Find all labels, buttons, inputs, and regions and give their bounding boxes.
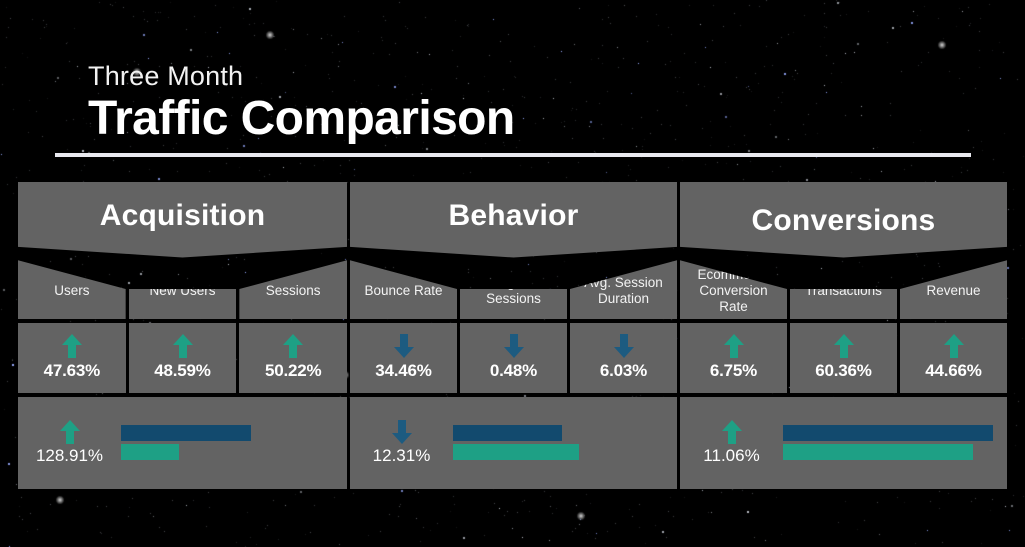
title-divider: [55, 153, 971, 157]
subheader-row: Users New Users Sessions: [18, 257, 348, 320]
summary-bar-secondary: [783, 444, 974, 461]
metric-header-label: Ecommerce Conversion Rate: [697, 266, 770, 314]
trend-indicator: [503, 334, 525, 359]
metric-cell-bounce-rate[interactable]: 34.46%: [350, 323, 457, 393]
group-banner-behavior: Behavior: [350, 182, 677, 258]
metric-header-label: Pages / Sessions: [486, 274, 541, 306]
metric-value: 0.48%: [489, 361, 538, 381]
metric-groups: Acquisition Users New Users Sessions 47.63% 4…: [18, 182, 1007, 489]
trend-indicator: [282, 334, 304, 359]
metric-header-bounce-rate[interactable]: Bounce Rate: [350, 260, 457, 320]
down-arrow-icon: [391, 419, 412, 444]
up-arrow-icon: [943, 334, 964, 359]
metric-cell-ecommerce-conversion-rate[interactable]: 6.75%: [680, 323, 787, 393]
metric-header-label: Sessions: [265, 282, 321, 298]
up-arrow-icon: [723, 334, 744, 359]
down-arrow-icon: [393, 334, 414, 359]
group-banner-acquisition: Acquisition: [18, 182, 347, 258]
trend-indicator: [833, 334, 855, 359]
trend-indicator: [613, 334, 635, 359]
summary-bar-secondary: [453, 444, 580, 461]
down-arrow-icon: [503, 334, 524, 359]
metric-header-transactions[interactable]: Transactions: [790, 282, 897, 320]
trend-indicator: [61, 334, 83, 359]
summary-bar-chart: [783, 425, 1007, 461]
metric-header-users[interactable]: Users: [18, 260, 126, 320]
group-banner-conversions: Conversions: [680, 182, 1007, 258]
group-banner-label: Conversions: [751, 203, 936, 237]
metric-value-row: 6.75% 60.36% 44.66%: [680, 323, 1007, 393]
page-title: Traffic Comparison: [88, 92, 515, 146]
metric-cell-new-users[interactable]: 48.59%: [128, 323, 237, 393]
summary-bar-secondary: [121, 444, 180, 461]
trend-indicator: [393, 334, 415, 359]
subheader-row: Ecommerce Conversion Rate Transactions Rev…: [680, 257, 1007, 320]
metric-value-row: 47.63% 48.59% 50.22%: [18, 323, 348, 393]
metric-header-label: New Users: [149, 282, 216, 298]
metric-value-row: 34.46% 0.48% 6.03%: [350, 323, 677, 393]
metric-header-avg-session-duration[interactable]: Avg. Session Duration: [570, 260, 677, 320]
subheader-row: Bounce Rate Pages / Sessions Avg. Session …: [350, 257, 677, 320]
group-banner-label: Acquisition: [99, 198, 266, 232]
metric-cell-avg-session-duration[interactable]: 6.03%: [570, 323, 677, 393]
metric-value: 60.36%: [815, 361, 872, 381]
infographic-root: Three Month Traffic Comparison Acquisiti…: [0, 0, 1025, 547]
group-banner-label: Behavior: [448, 198, 579, 232]
summary-value-block: 12.31%: [350, 419, 453, 466]
metric-header-pages-sessions[interactable]: Pages / Sessions: [460, 274, 567, 320]
up-arrow-icon: [59, 419, 80, 444]
up-arrow-icon: [721, 419, 742, 444]
summary-bar-chart: [121, 425, 347, 461]
trend-indicator: [172, 334, 194, 359]
metric-cell-pages-sessions[interactable]: 0.48%: [460, 323, 567, 393]
up-arrow-icon: [172, 334, 193, 359]
metric-value: 6.03%: [599, 361, 648, 381]
metric-header-sessions[interactable]: Sessions: [239, 260, 348, 320]
metric-group-behavior: Behavior Bounce Rate Pages / Sessions Avg. …: [350, 182, 677, 489]
summary-bar-primary: [783, 425, 993, 442]
metric-value: 47.63%: [43, 361, 101, 381]
summary-bar-primary: [121, 425, 251, 442]
summary-value-block: 11.06%: [680, 419, 783, 466]
metric-header-ecommerce-conversion-rate[interactable]: Ecommerce Conversion Rate: [680, 260, 787, 320]
summary-trend-indicator: [391, 419, 413, 445]
down-arrow-icon: [613, 334, 634, 359]
summary-row-behavior[interactable]: 12.31%: [350, 396, 677, 489]
metric-header-revenue[interactable]: Revenue: [900, 260, 1007, 320]
summary-row-conversions[interactable]: 11.06%: [680, 396, 1007, 489]
up-arrow-icon: [283, 334, 304, 359]
metric-header-label: Users: [54, 282, 90, 298]
metric-value: 6.75%: [709, 361, 758, 381]
metric-value: 34.46%: [375, 361, 432, 381]
trend-indicator: [943, 334, 965, 359]
trend-indicator: [723, 334, 745, 359]
metric-group-acquisition: Acquisition Users New Users Sessions 47.63% 4…: [18, 182, 348, 489]
summary-bar-primary: [453, 425, 563, 442]
summary-value: 12.31%: [372, 445, 431, 465]
up-arrow-icon: [61, 334, 82, 359]
title-eyebrow: Three Month: [88, 61, 244, 91]
metric-header-label: Revenue: [926, 282, 981, 298]
metric-cell-users[interactable]: 47.63%: [18, 323, 126, 393]
metric-cell-transactions[interactable]: 60.36%: [790, 323, 897, 393]
up-arrow-icon: [833, 334, 854, 359]
metric-header-label: Bounce Rate: [364, 282, 443, 298]
summary-row-acquisition[interactable]: 128.91%: [18, 396, 347, 489]
metric-header-label: Transactions: [805, 282, 882, 298]
summary-value: 128.91%: [35, 445, 104, 465]
summary-value: 11.06%: [703, 445, 760, 465]
metric-value: 48.59%: [154, 361, 211, 381]
summary-value-block: 128.91%: [18, 419, 121, 466]
metric-value: 50.22%: [264, 361, 322, 381]
metric-value: 44.66%: [925, 361, 982, 381]
metric-cell-sessions[interactable]: 50.22%: [239, 323, 348, 393]
title-block: Three Month Traffic Comparison: [88, 62, 515, 146]
summary-trend-indicator: [721, 419, 743, 445]
summary-bar-chart: [453, 425, 677, 461]
metric-header-new-users[interactable]: New Users: [128, 282, 237, 320]
metric-header-label: Avg. Session Duration: [584, 274, 663, 306]
metric-cell-revenue[interactable]: 44.66%: [900, 323, 1007, 393]
metric-group-conversions: Conversions Ecommerce Conversion Rate Tran…: [680, 182, 1007, 489]
summary-trend-indicator: [59, 419, 81, 445]
